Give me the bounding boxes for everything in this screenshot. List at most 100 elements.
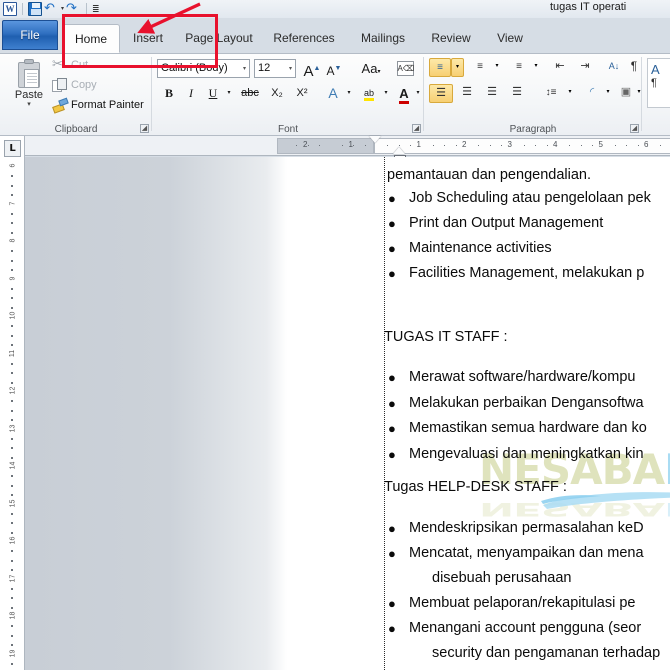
vertical-ruler-tick (11, 512, 13, 515)
horizontal-ruler[interactable]: 211234567 (25, 136, 670, 161)
first-line-indent-marker[interactable] (369, 136, 381, 143)
font-size-combo[interactable]: 12 ▾ (254, 59, 296, 78)
save-icon[interactable] (28, 2, 42, 16)
bullets-caret-icon[interactable]: ▾ (451, 58, 464, 77)
font-name-caret-icon[interactable]: ▾ (243, 60, 246, 78)
text-effects-caret-icon[interactable]: ▾ (343, 84, 355, 103)
change-case-label: Aa (361, 61, 378, 76)
superscript-button[interactable]: X² (291, 84, 313, 103)
ruler-number: 4 (553, 140, 558, 149)
multilevel-list-caret-icon[interactable]: ▾ (530, 58, 542, 77)
ruler-number: 5 (598, 140, 603, 149)
numbering-button[interactable]: ≡ (469, 58, 491, 77)
vertical-ruler-tick (11, 419, 13, 422)
ruler-tick (547, 145, 548, 146)
tab-view[interactable]: View (487, 24, 533, 53)
vertical-ruler-number: 6 (9, 163, 16, 168)
vertical-ruler-number: 10 (8, 311, 16, 320)
ruler-tick (581, 145, 582, 146)
vertical-ruler-number: 11 (9, 349, 16, 357)
vertical-ruler-number: 7 (9, 201, 16, 205)
vertical-ruler-tick (11, 325, 13, 328)
bullets-button[interactable]: ≡ (429, 58, 451, 77)
document-bullet-text: Facilities Management, melakukan p (409, 265, 645, 281)
word-logo-icon[interactable]: W (3, 2, 17, 16)
grow-font-button[interactable]: A▲ (302, 59, 322, 80)
clipboard-dialog-launcher[interactable]: ◢ (140, 124, 149, 133)
vertical-ruler-tick (11, 184, 13, 187)
bullet-icon: ● (388, 596, 396, 611)
hanging-indent-marker[interactable] (393, 147, 405, 154)
increase-indent-button[interactable]: ⇥ (574, 58, 596, 77)
format-painter-button[interactable]: Format Painter (52, 98, 144, 112)
left-margin-zone[interactable] (277, 138, 374, 154)
clear-formatting-button[interactable]: A⌫ (394, 58, 416, 77)
paragraph-dialog-launcher[interactable]: ◢ (630, 124, 639, 133)
vertical-ruler-tick (11, 550, 13, 553)
font-dialog-launcher[interactable]: ◢ (412, 124, 421, 133)
bullet-icon: ● (388, 621, 396, 636)
bold-button[interactable]: B (160, 84, 178, 103)
vertical-ruler-tick (11, 569, 13, 572)
font-size-caret-icon[interactable]: ▾ (289, 60, 292, 78)
document-text[interactable]: pemantauan dan pengendalian. ● Job Schedul… (287, 157, 670, 670)
paste-button[interactable]: Paste ▾ (8, 57, 50, 115)
align-center-button[interactable]: ☰ (455, 84, 479, 103)
italic-label: I (189, 86, 193, 100)
sort-button[interactable]: A↓ (604, 58, 624, 77)
tab-mailings[interactable]: Mailings (352, 24, 414, 53)
change-case-button[interactable]: Aa▾ (356, 59, 386, 78)
ruler-number: 2 (303, 140, 308, 149)
multilevel-list-button[interactable]: ≡ (508, 58, 530, 77)
shading-caret-icon[interactable]: ▾ (602, 84, 614, 103)
ruler-number: 2 (462, 140, 467, 149)
tab-review[interactable]: Review (423, 24, 479, 53)
align-left-button[interactable]: ☰ (429, 84, 453, 103)
underline-button[interactable]: U (204, 84, 222, 103)
vertical-ruler-tick (11, 475, 13, 478)
shrink-font-button[interactable]: A▼ (324, 59, 344, 78)
highlight-caret-icon[interactable]: ▾ (380, 84, 392, 103)
shading-button[interactable]: ◜ (581, 84, 603, 103)
justify-button[interactable]: ☰ (505, 84, 529, 103)
line-spacing-caret-icon[interactable]: ▾ (564, 84, 576, 103)
bullet-icon: ● (388, 216, 396, 231)
underline-caret-icon[interactable]: ▾ (223, 84, 235, 103)
text-effects-button[interactable]: A (324, 84, 342, 103)
decrease-indent-button[interactable]: ⇤ (549, 58, 571, 77)
document-bullet-item: ● Print dan Output Management (388, 215, 604, 231)
bullet-icon: ● (388, 447, 396, 462)
italic-button[interactable]: I (182, 84, 200, 103)
font-color-button[interactable]: A (395, 84, 413, 104)
numbering-caret-icon[interactable]: ▾ (491, 58, 503, 77)
style-gallery-item[interactable]: A ¶ (647, 58, 670, 108)
subscript-button[interactable]: X₂ (266, 84, 288, 103)
tab-selector-button[interactable]: L (4, 140, 21, 157)
annotation-arrow-icon (137, 2, 201, 34)
tab-file[interactable]: File (2, 20, 58, 50)
show-formatting-marks-button[interactable]: ¶ (627, 58, 641, 77)
vertical-ruler-tick (11, 259, 13, 262)
document-bullet-item: ● Mengevaluasi dan meningkatkan kin (388, 446, 644, 462)
line-spacing-button[interactable]: ↕≡ (539, 84, 563, 103)
bullet-icon: ● (388, 191, 396, 206)
bullet-icon: ● (388, 266, 396, 281)
strikethrough-button[interactable]: abc (238, 84, 262, 103)
undo-icon[interactable]: ↶ (44, 1, 59, 17)
qat-divider (22, 3, 23, 15)
borders-button[interactable]: ▣ (616, 84, 636, 103)
document-bullet-text: Mendeskripsikan permasalahan keD (409, 520, 644, 536)
document-canvas[interactable]: NESABAMEDIA NESABAMEDIA pemantauan dan p… (25, 157, 670, 670)
document-page[interactable]: NESABAMEDIA NESABAMEDIA pemantauan dan p… (287, 157, 670, 670)
paste-caret-icon[interactable]: ▾ (8, 101, 50, 108)
paste-icon (16, 59, 42, 89)
ruler-tick (569, 145, 570, 146)
vertical-ruler[interactable]: L 6 7 8 9 10 11 12 13 14 15 16 17 18 19 (0, 136, 25, 670)
ruler-tick (501, 145, 502, 146)
vertical-ruler-tick (11, 484, 13, 487)
highlight-button[interactable]: ab (359, 84, 379, 103)
copy-button[interactable]: Copy (52, 78, 97, 92)
tab-references[interactable]: References (266, 24, 342, 53)
align-right-button[interactable]: ☰ (480, 84, 504, 103)
document-bullet-text: Print dan Output Management (409, 215, 604, 231)
